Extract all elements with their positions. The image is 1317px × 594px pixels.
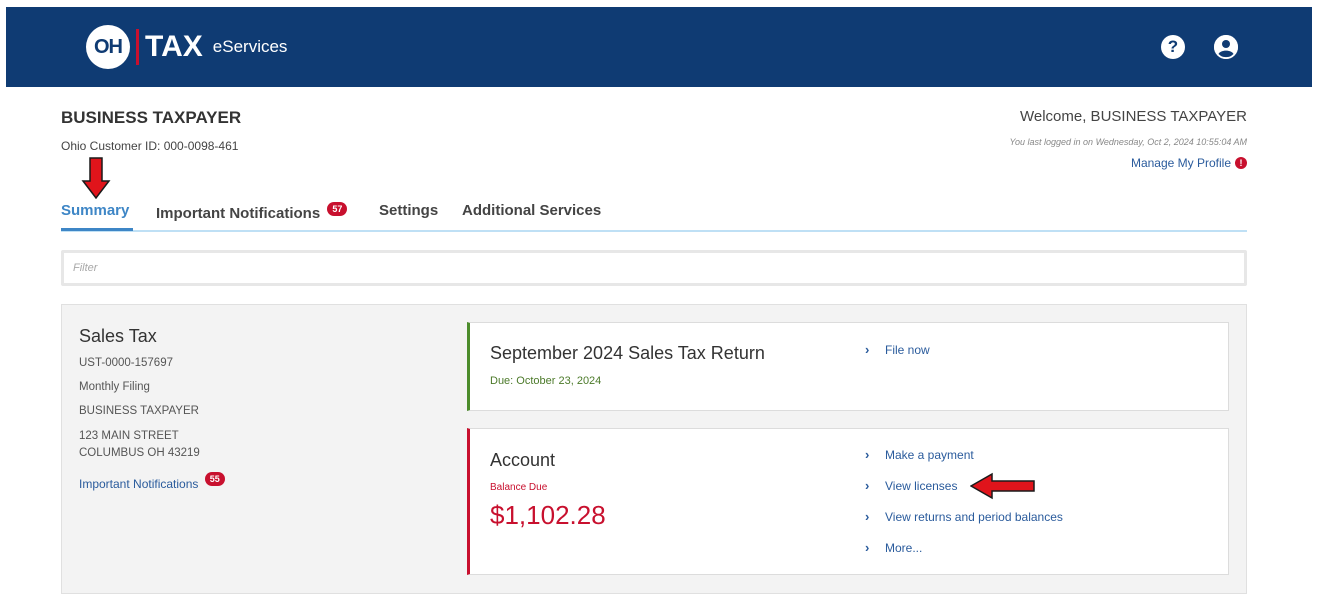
account-card: Account Balance Due $1,102.28 › Make a p… bbox=[467, 428, 1229, 575]
return-title: September 2024 Sales Tax Return bbox=[490, 343, 765, 363]
more-link[interactable]: › More... bbox=[865, 540, 922, 555]
tab-additional-services[interactable]: Additional Services bbox=[462, 202, 601, 219]
balance-due-amount: $1,102.28 bbox=[490, 500, 606, 530]
manage-profile-link[interactable]: Manage My Profile ! bbox=[1131, 156, 1247, 170]
top-header: OH TAX eServices ? bbox=[6, 7, 1312, 87]
file-now-label: File now bbox=[885, 342, 930, 357]
chevron-right-icon: › bbox=[865, 478, 870, 493]
logo-oh: OH bbox=[86, 25, 130, 69]
chevron-right-icon: › bbox=[865, 447, 870, 462]
sales-tax-notifications-link[interactable]: Important Notifications 55 bbox=[79, 472, 225, 491]
view-licenses-label: View licenses bbox=[885, 478, 958, 493]
welcome-message: Welcome, BUSINESS TAXPAYER bbox=[1019, 108, 1247, 125]
return-card: September 2024 Sales Tax Return Due: Oct… bbox=[467, 322, 1229, 411]
notifications-count-badge: 57 bbox=[327, 202, 348, 216]
red-arrow-left-icon bbox=[970, 472, 1035, 500]
chevron-right-icon: › bbox=[865, 540, 870, 555]
red-arrow-down-icon bbox=[81, 157, 111, 199]
address-line-1: 123 MAIN STREET bbox=[79, 430, 179, 442]
tab-notifications-label: Important Notifications bbox=[156, 205, 321, 222]
business-name: BUSINESS TAXPAYER bbox=[79, 405, 199, 417]
manage-profile-label: Manage My Profile bbox=[1130, 156, 1231, 170]
customer-id: Ohio Customer ID: 000-0098-461 bbox=[61, 139, 239, 153]
alert-icon: ! bbox=[1235, 157, 1247, 169]
logo-eservices: eServices bbox=[212, 37, 288, 56]
tab-additional-services-label: Additional Services bbox=[462, 202, 602, 219]
view-returns-link[interactable]: › View returns and period balances bbox=[865, 509, 1063, 524]
sales-tax-title: Sales Tax bbox=[79, 326, 157, 346]
balance-due-label: Balance Due bbox=[490, 482, 548, 493]
active-tab-indicator bbox=[61, 228, 133, 231]
return-due-date: Due: October 23, 2024 bbox=[490, 375, 602, 387]
file-now-link[interactable]: › File now bbox=[865, 342, 930, 357]
tab-bar: Summary Important Notifications 57 Setti… bbox=[61, 199, 1247, 232]
view-licenses-link[interactable]: › View licenses bbox=[865, 478, 957, 493]
ohio-tax-logo[interactable]: OH TAX eServices bbox=[86, 24, 287, 70]
last-login-text: You last logged in on Wednesday, Oct 2, … bbox=[1009, 137, 1248, 147]
tab-summary-label: Summary bbox=[61, 202, 130, 219]
tab-summary[interactable]: Summary bbox=[61, 202, 129, 219]
sales-tax-notifications-label: Important Notifications bbox=[79, 477, 199, 491]
tab-important-notifications[interactable]: Important Notifications 57 bbox=[156, 202, 348, 222]
user-circle-icon[interactable] bbox=[1214, 35, 1238, 59]
sales-tax-notifications-badge: 55 bbox=[204, 472, 225, 486]
tab-settings[interactable]: Settings bbox=[379, 202, 438, 219]
sales-tax-account-number: UST-0000-157697 bbox=[79, 357, 173, 369]
logo-tax: TAX bbox=[145, 30, 203, 63]
filter-input[interactable] bbox=[64, 253, 1244, 283]
account-title: Account bbox=[490, 450, 556, 470]
taxpayer-name: BUSINESS TAXPAYER bbox=[61, 108, 242, 127]
filing-frequency: Monthly Filing bbox=[79, 381, 150, 393]
view-returns-label: View returns and period balances bbox=[885, 509, 1063, 524]
tab-settings-label: Settings bbox=[379, 202, 439, 219]
filter-box bbox=[61, 250, 1247, 286]
chevron-right-icon: › bbox=[865, 342, 870, 357]
make-payment-link[interactable]: › Make a payment bbox=[865, 447, 974, 462]
logo-divider bbox=[136, 29, 139, 65]
make-payment-label: Make a payment bbox=[885, 447, 974, 462]
question-circle-icon[interactable]: ? bbox=[1161, 35, 1185, 59]
address-line-2: COLUMBUS OH 43219 bbox=[79, 447, 200, 459]
more-label: More... bbox=[885, 540, 923, 555]
chevron-right-icon: › bbox=[865, 509, 870, 524]
